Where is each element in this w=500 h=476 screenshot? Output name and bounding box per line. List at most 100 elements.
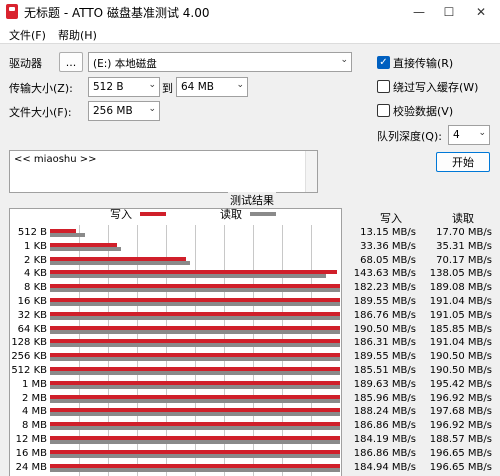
read-bar — [50, 329, 340, 334]
transfer-to-value: 64 MB — [181, 81, 214, 93]
read-bar — [50, 315, 340, 320]
y-tick-label: 12 MB — [15, 434, 47, 445]
direct-io-label: 直接传输(R) — [393, 57, 454, 70]
read-bar — [50, 260, 191, 265]
transfer-to-label: 到 — [162, 82, 173, 95]
transfer-from-select[interactable]: 512 B ⌄ — [88, 77, 160, 97]
write-result: 33.36 MB/s — [360, 240, 416, 252]
read-bar — [50, 233, 86, 237]
read-result: 196.65 MB/s — [429, 447, 492, 459]
read-result: 196.92 MB/s — [429, 420, 492, 432]
direct-io-checkbox[interactable]: ✓ — [377, 56, 390, 69]
plot-area — [50, 225, 340, 476]
menu-help[interactable]: 帮助(H) — [58, 27, 97, 43]
chevron-down-icon: ⌄ — [148, 80, 156, 90]
write-result: 189.55 MB/s — [353, 351, 416, 363]
read-bar — [50, 246, 121, 251]
write-result: 186.86 MB/s — [353, 420, 416, 432]
read-result: 196.92 MB/s — [429, 392, 492, 404]
verify-checkbox[interactable] — [377, 104, 390, 117]
minimize-button[interactable]: — — [404, 0, 434, 24]
drive-value: (E:) 本地磁盘 — [93, 58, 157, 70]
read-result: 189.08 MB/s — [429, 282, 492, 294]
write-result: 188.24 MB/s — [353, 406, 416, 418]
y-tick-label: 512 B — [17, 227, 47, 238]
y-tick-label: 4 KB — [24, 268, 47, 280]
y-tick-label: 16 MB — [15, 447, 47, 459]
read-bar — [50, 398, 340, 403]
write-result: 190.50 MB/s — [353, 323, 416, 335]
read-bar — [50, 357, 340, 362]
write-result: 13.15 MB/s — [360, 227, 416, 238]
read-result: 191.04 MB/s — [429, 296, 492, 307]
chevron-down-icon: ⌄ — [340, 55, 348, 65]
maximize-button[interactable]: ☐ — [434, 0, 464, 24]
y-tick-label: 2 MB — [21, 392, 47, 404]
write-result: 186.86 MB/s — [353, 447, 416, 459]
transfer-from-value: 512 B — [93, 81, 124, 93]
read-result: 70.17 MB/s — [436, 254, 492, 266]
chevron-down-icon: ⌄ — [236, 80, 244, 90]
drive-select[interactable]: (E:) 本地磁盘 ⌄ — [88, 52, 352, 72]
chevron-down-icon: ⌄ — [478, 128, 486, 138]
title-bar: 无标题 - ATTO 磁盘基准测试 4.00 — ☐ ✕ — [0, 0, 500, 24]
description-scrollbar[interactable] — [305, 151, 317, 192]
y-tick-label: 4 MB — [21, 406, 47, 418]
y-tick-label: 1 KB — [24, 240, 47, 252]
browse-button[interactable]: ... — [59, 52, 83, 72]
verify-label: 校验数据(V) — [393, 105, 454, 118]
description-box[interactable]: << miaoshu >> — [9, 150, 318, 193]
drive-label: 驱动器 — [9, 57, 42, 70]
y-tick-label: 256 KB — [11, 351, 47, 363]
bypass-cache-checkbox[interactable] — [377, 80, 390, 93]
chevron-down-icon: ⌄ — [148, 104, 156, 114]
read-result: 196.65 MB/s — [429, 461, 492, 473]
read-bar — [50, 453, 340, 458]
queue-depth-select[interactable]: 4 ⌄ — [448, 125, 490, 145]
read-bar — [50, 426, 340, 431]
y-tick-label: 64 KB — [17, 323, 47, 335]
write-result: 186.31 MB/s — [353, 337, 416, 349]
y-tick-label: 24 MB — [15, 461, 47, 473]
y-axis-labels: 512 B 1 KB 2 KB 4 KB 8 KB 16 KB 32 KB 64 KB 128 … — [9, 225, 49, 476]
bypass-cache-label: 绕过写入缓存(W) — [393, 81, 479, 94]
y-tick-label: 512 KB — [11, 365, 47, 376]
queue-depth-label: 队列深度(Q): — [377, 130, 442, 143]
write-result: 184.94 MB/s — [353, 461, 416, 473]
write-result: 184.19 MB/s — [353, 434, 416, 445]
close-button[interactable]: ✕ — [466, 0, 496, 24]
app-icon — [6, 4, 18, 19]
transfer-to-select[interactable]: 64 MB ⌄ — [176, 77, 248, 97]
menu-file[interactable]: 文件(F) — [9, 27, 46, 43]
file-size-select[interactable]: 256 MB ⌄ — [88, 101, 160, 121]
legend-read-label: 读取 — [220, 208, 242, 221]
read-result: 17.70 MB/s — [436, 227, 492, 238]
write-result: 68.05 MB/s — [360, 254, 416, 266]
read-result: 35.31 MB/s — [436, 240, 492, 252]
read-bar — [50, 343, 340, 348]
read-bar — [50, 288, 340, 293]
y-tick-label: 1 MB — [21, 378, 47, 390]
file-size-label: 文件大小(F): — [9, 106, 72, 119]
read-result: 188.57 MB/s — [429, 434, 492, 445]
read-bar — [50, 302, 340, 306]
read-result: 185.85 MB/s — [429, 323, 492, 335]
legend-read-swatch — [250, 212, 276, 216]
read-result: 191.04 MB/s — [429, 337, 492, 349]
write-result: 189.55 MB/s — [353, 296, 416, 307]
y-tick-label: 128 KB — [11, 337, 47, 349]
read-bar — [50, 412, 340, 417]
legend-write-swatch — [140, 212, 166, 216]
read-result: 197.68 MB/s — [429, 406, 492, 418]
transfer-size-label: 传输大小(Z): — [9, 82, 73, 95]
y-tick-label: 2 KB — [24, 254, 47, 266]
write-result: 182.23 MB/s — [353, 282, 416, 294]
start-button[interactable]: 开始 — [436, 152, 490, 172]
y-tick-label: 8 MB — [21, 420, 47, 432]
write-result: 189.63 MB/s — [353, 378, 416, 390]
write-result: 186.76 MB/s — [353, 309, 416, 321]
results-table: 13.15 MB/s 17.70 MB/s 33.36 MB/s 35.31 MB/s… — [342, 225, 500, 476]
menu-bar: 文件(F) 帮助(H) — [0, 24, 500, 44]
read-result: 195.42 MB/s — [429, 378, 492, 390]
read-bar — [50, 440, 340, 444]
